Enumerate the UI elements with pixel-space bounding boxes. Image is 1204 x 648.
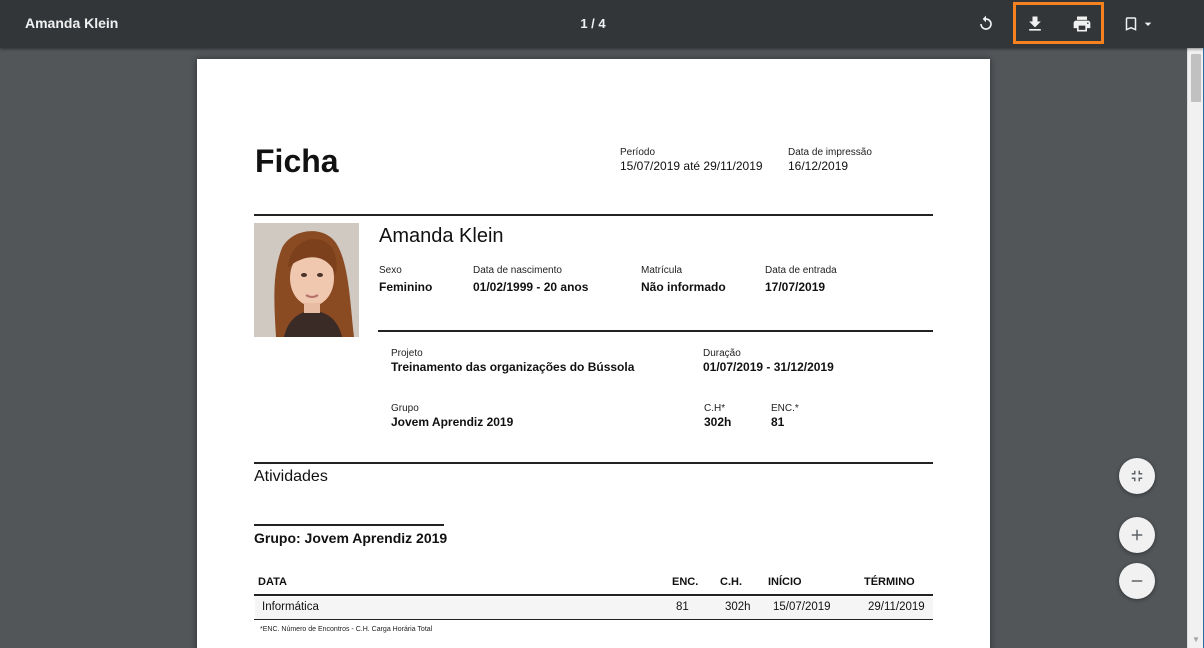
table-cell-data: Informática <box>262 601 319 613</box>
divider <box>378 330 933 332</box>
divider <box>254 524 444 526</box>
enc-value: 81 <box>771 415 785 429</box>
bookmark-menu-button[interactable] <box>1119 12 1159 36</box>
fit-page-button[interactable] <box>1119 458 1155 494</box>
table-header-termino: TÉRMINO <box>864 576 915 588</box>
download-button[interactable] <box>1023 12 1047 36</box>
ch-label: C.H* <box>704 403 726 414</box>
zoom-in-icon <box>1131 529 1143 541</box>
print-button[interactable] <box>1070 12 1094 36</box>
table-bottom-rule <box>254 619 933 620</box>
table-cell-ch: 302h <box>725 601 751 613</box>
divider <box>254 462 933 464</box>
dropdown-arrow-icon <box>1144 22 1152 26</box>
table-header-rule <box>254 594 933 596</box>
enrollment-value: Não informado <box>641 280 726 294</box>
person-name: Amanda Klein <box>379 225 504 247</box>
scroll-down-arrow-icon[interactable]: ▼ <box>1188 632 1204 648</box>
profile-photo <box>254 223 359 337</box>
ch-value: 302h <box>704 415 732 429</box>
table-cell-inicio: 15/07/2019 <box>773 601 831 613</box>
fit-page-icon <box>1131 470 1143 482</box>
group-value: Jovem Aprendiz 2019 <box>391 415 514 429</box>
activities-heading: Atividades <box>254 468 328 485</box>
vertical-scrollbar[interactable]: ▲ ▼ <box>1187 48 1204 648</box>
sex-value: Feminino <box>379 280 433 294</box>
group-heading: Grupo: Jovem Aprendiz 2019 <box>254 530 448 546</box>
zoom-out-icon <box>1131 580 1143 582</box>
sex-label: Sexo <box>379 265 402 276</box>
birth-label: Data de nascimento <box>473 265 562 276</box>
page-indicator: 1 / 4 <box>580 16 606 31</box>
birth-value: 01/02/1999 - 20 anos <box>473 280 589 294</box>
table-header-inicio: INÍCIO <box>768 576 802 588</box>
rotate-button[interactable] <box>974 12 998 36</box>
print-icon <box>1073 16 1091 32</box>
table-row <box>255 597 933 619</box>
period-label: Período <box>620 147 656 158</box>
document-page: Ficha Período 15/07/2019 até 29/11/2019 … <box>197 59 990 648</box>
scroll-thumb[interactable] <box>1191 54 1201 102</box>
zoom-in-button[interactable] <box>1119 517 1155 553</box>
table-header-data: DATA <box>258 576 287 588</box>
group-label: Grupo <box>391 403 419 414</box>
pdf-toolbar: Amanda Klein 1 / 4 <box>0 0 1204 48</box>
project-label: Projeto <box>391 348 423 359</box>
table-cell-termino: 29/11/2019 <box>868 601 925 613</box>
entry-label: Data de entrada <box>765 265 837 276</box>
enrollment-label: Matrícula <box>641 265 683 276</box>
entry-value: 17/07/2019 <box>765 280 826 294</box>
divider <box>254 214 933 216</box>
project-value: Treinamento das organizações do Bússola <box>391 360 635 374</box>
bookmark-icon <box>1125 17 1137 31</box>
duration-label: Duração <box>703 348 741 359</box>
rotate-icon <box>980 15 992 30</box>
period-value: 15/07/2019 até 29/11/2019 <box>620 159 763 173</box>
zoom-out-button[interactable] <box>1119 563 1155 599</box>
enc-label: ENC.* <box>771 403 799 414</box>
page-title: Ficha <box>255 143 339 179</box>
print-date-label: Data de impressão <box>788 147 872 158</box>
table-header-ch: C.H. <box>720 576 742 588</box>
table-cell-enc: 81 <box>676 601 689 613</box>
table-header-enc: ENC. <box>672 576 699 588</box>
document-title: Amanda Klein <box>25 15 119 31</box>
download-icon <box>1029 16 1041 31</box>
table-footnote: *ENC. Número de Encontros - C.H. Carga H… <box>260 626 433 633</box>
duration-value: 01/07/2019 - 31/12/2019 <box>703 360 834 374</box>
print-date-value: 16/12/2019 <box>788 159 849 173</box>
